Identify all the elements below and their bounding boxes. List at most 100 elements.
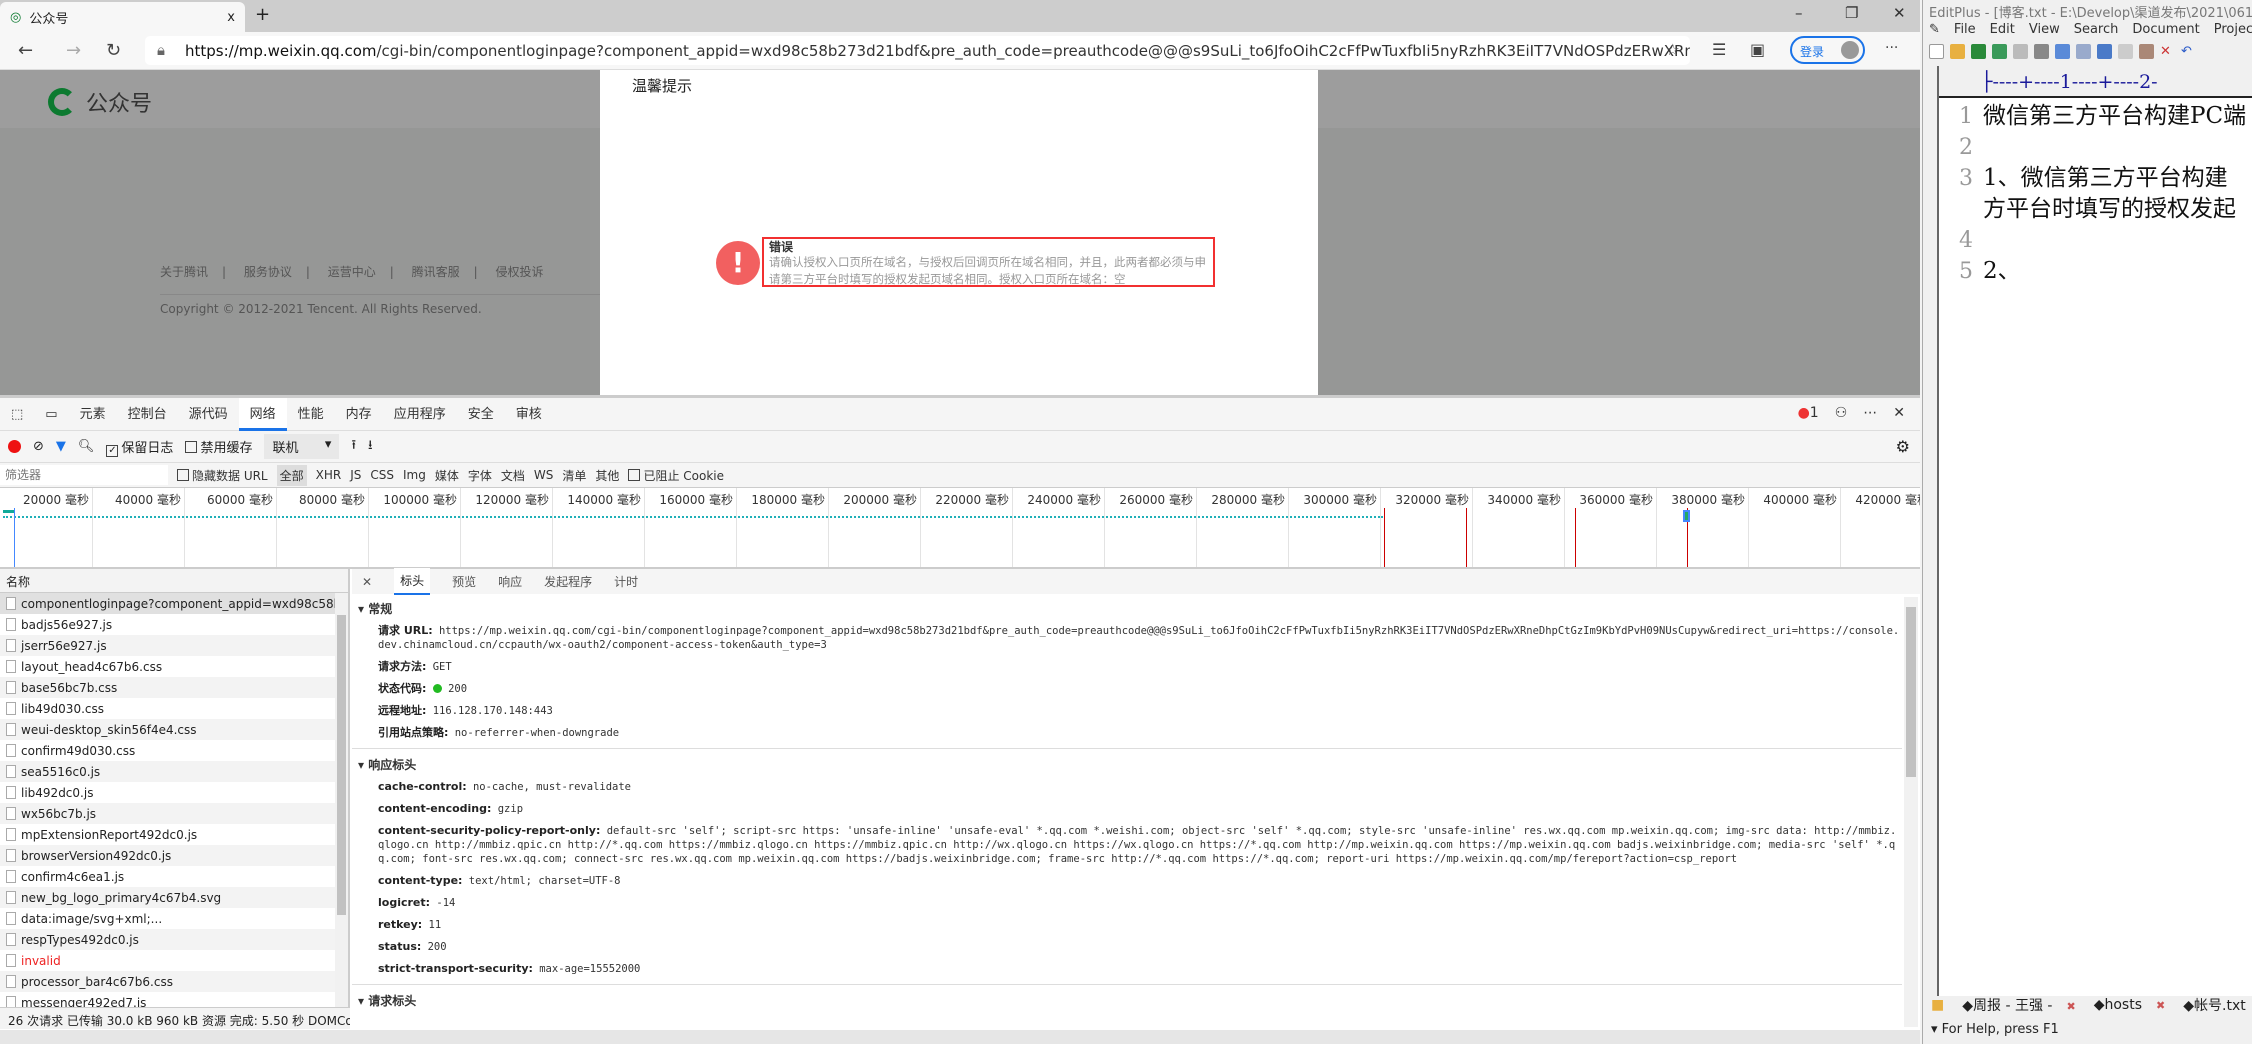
menu-project[interactable]: Project — [2214, 22, 2252, 37]
feedback-icon[interactable]: ⚇ — [1835, 405, 1848, 421]
request-row[interactable]: weui-desktop_skin56f4e4.css — [0, 719, 335, 740]
save-icon[interactable] — [1971, 44, 1986, 59]
doc-tab[interactable]: ◆周报 - 王强 - ✖ — [1962, 995, 2075, 1015]
open-icon[interactable] — [1950, 44, 1965, 59]
browser-view-icon[interactable] — [2076, 44, 2091, 59]
close-tab-icon[interactable]: x — [227, 10, 235, 25]
request-row[interactable]: lib49d030.css — [0, 698, 335, 719]
filter-type-manifest[interactable]: 清单 — [562, 467, 586, 484]
footer-link[interactable]: 运营中心 — [328, 265, 376, 279]
delete-icon[interactable]: ✕ — [2160, 44, 2175, 59]
device-toolbar-icon[interactable]: ▭ — [34, 398, 68, 431]
search-icon[interactable]: 🔍︎ — [78, 439, 95, 454]
more-icon[interactable]: ··· — [1885, 40, 1898, 56]
filter-type-ws[interactable]: WS — [534, 468, 553, 482]
request-row[interactable]: browserVersion492dc0.js — [0, 845, 335, 866]
tab-preview[interactable]: 预览 — [452, 573, 476, 590]
paste-icon[interactable] — [2139, 44, 2154, 59]
menu-file[interactable]: File — [1954, 22, 1976, 37]
menu-view[interactable]: View — [2029, 22, 2060, 37]
tab-elements[interactable]: 元素 — [69, 398, 117, 431]
menu-edit[interactable]: Edit — [1990, 22, 2015, 37]
filter-type-all[interactable]: 全部 — [276, 464, 307, 486]
close-devtools-icon[interactable]: ✕ — [1893, 405, 1905, 421]
tab-memory[interactable]: 内存 — [335, 398, 383, 431]
request-row[interactable]: confirm49d030.css — [0, 740, 335, 761]
tab-sources[interactable]: 源代码 — [178, 398, 239, 431]
close-window-button[interactable]: ✕ — [1893, 4, 1906, 22]
blocked-cookies-checkbox[interactable]: 已阻止 Cookie — [628, 467, 724, 484]
profile-login-button[interactable]: 登录 — [1790, 36, 1865, 64]
cut-icon[interactable] — [2097, 44, 2112, 59]
request-row[interactable]: jserr56e927.js — [0, 635, 335, 656]
inspect-element-icon[interactable]: ⬚ — [0, 398, 34, 431]
new-tab-button[interactable]: + — [255, 4, 270, 25]
tab-response[interactable]: 响应 — [498, 573, 522, 590]
editor-line[interactable]: 2、 — [1983, 256, 2021, 287]
request-row[interactable]: layout_head4c67b6.css — [0, 656, 335, 677]
favorites-icon[interactable]: ☰ — [1712, 40, 1726, 59]
filter-type-js[interactable]: JS — [350, 468, 361, 482]
filter-icon[interactable]: ▼ — [56, 439, 66, 454]
request-row[interactable]: confirm4c6ea1.js — [0, 866, 335, 887]
request-row[interactable]: base56bc7b.css — [0, 677, 335, 698]
throttle-select[interactable]: 联机 ▾ — [264, 434, 340, 459]
tab-audits[interactable]: 审核 — [505, 398, 553, 431]
preserve-log-checkbox[interactable]: ✓ 保留日志 — [106, 437, 173, 457]
request-headers-toggle[interactable]: ▾ 请求标头 — [352, 989, 1902, 1012]
clear-icon[interactable]: ⊘ — [33, 439, 44, 454]
footer-link[interactable]: 侵权投诉 — [496, 265, 544, 279]
request-row[interactable]: sea5516c0.js — [0, 761, 335, 782]
favorite-star-icon[interactable]: ☆ — [1666, 40, 1680, 59]
error-badge[interactable]: ●1 — [1798, 405, 1819, 421]
folder-icon[interactable]: ■ — [1931, 997, 1944, 1013]
editor-line[interactable]: 方平台时填写的授权发起 — [1983, 194, 2236, 225]
editor-line[interactable]: 1、微信第三方平台构建 — [1983, 163, 2228, 194]
tab-network[interactable]: 网络 — [238, 397, 287, 431]
refresh-icon[interactable]: ↻ — [106, 40, 121, 61]
response-headers-toggle[interactable]: ▾ 响应标头 — [352, 753, 1902, 776]
save-all-icon[interactable] — [1992, 44, 2007, 59]
filter-input[interactable] — [0, 465, 168, 485]
spellcheck-icon[interactable] — [2055, 44, 2070, 59]
print-icon[interactable] — [2034, 44, 2049, 59]
tab-application[interactable]: 应用程序 — [383, 398, 457, 431]
tab-console[interactable]: 控制台 — [117, 398, 178, 431]
request-row[interactable]: lib492dc0.js — [0, 782, 335, 803]
collections-icon[interactable]: ▣ — [1750, 40, 1765, 59]
scrollbar-thumb[interactable] — [1906, 607, 1916, 777]
browser-tab[interactable]: ◎ 公众号 x — [0, 2, 245, 32]
tab-performance[interactable]: 性能 — [287, 398, 335, 431]
tab-headers[interactable]: 标头 — [394, 568, 431, 595]
filter-type-other[interactable]: 其他 — [595, 467, 619, 484]
footer-link[interactable]: 腾讯客服 — [412, 265, 460, 279]
filter-type-media[interactable]: 媒体 — [435, 467, 459, 484]
filter-type-doc[interactable]: 文档 — [501, 467, 525, 484]
more-options-icon[interactable]: ⋯ — [1863, 405, 1877, 421]
copy-icon[interactable] — [2118, 44, 2133, 59]
record-button[interactable] — [8, 440, 21, 453]
editplus-editor[interactable]: ├----+----1----+----2- 1 微信第三方平台构建PC端 2 3 1、… — [1937, 66, 2252, 996]
tab-timing[interactable]: 计时 — [614, 573, 638, 590]
minimize-button[interactable]: – — [1795, 4, 1803, 22]
maximize-button[interactable]: ❐ — [1845, 4, 1858, 22]
request-row[interactable]: new_bg_logo_primary4c67b4.svg — [0, 887, 335, 908]
general-section-toggle[interactable]: ▾ 常规 — [352, 597, 1902, 620]
print-preview-icon[interactable] — [2013, 44, 2028, 59]
filter-type-font[interactable]: 字体 — [468, 467, 492, 484]
request-row[interactable]: componentloginpage?component_appid=wxd98… — [0, 593, 335, 614]
url-input[interactable]: 🔒︎ https://mp.weixin.qq.com/cgi-bin/comp… — [145, 36, 1690, 65]
menu-document[interactable]: Document — [2132, 22, 2199, 37]
settings-gear-icon[interactable]: ⚙ — [1896, 437, 1910, 456]
request-list-scrollbar[interactable] — [335, 593, 348, 1007]
filter-type-img[interactable]: Img — [403, 468, 426, 482]
request-row[interactable]: mpExtensionReport492dc0.js — [0, 824, 335, 845]
forward-icon[interactable]: → — [66, 40, 81, 61]
name-column-header[interactable]: 名称 — [0, 569, 348, 593]
footer-link[interactable]: 服务协议 — [244, 265, 292, 279]
disable-cache-checkbox[interactable]: 禁用缓存 — [185, 437, 252, 456]
new-file-icon[interactable] — [1929, 44, 1944, 59]
request-row[interactable]: wx56bc7b.js — [0, 803, 335, 824]
doc-tab[interactable]: ◆帐号.txt✖ — [2183, 995, 2252, 1015]
request-row[interactable]: processor_bar4c67b6.css — [0, 971, 335, 992]
